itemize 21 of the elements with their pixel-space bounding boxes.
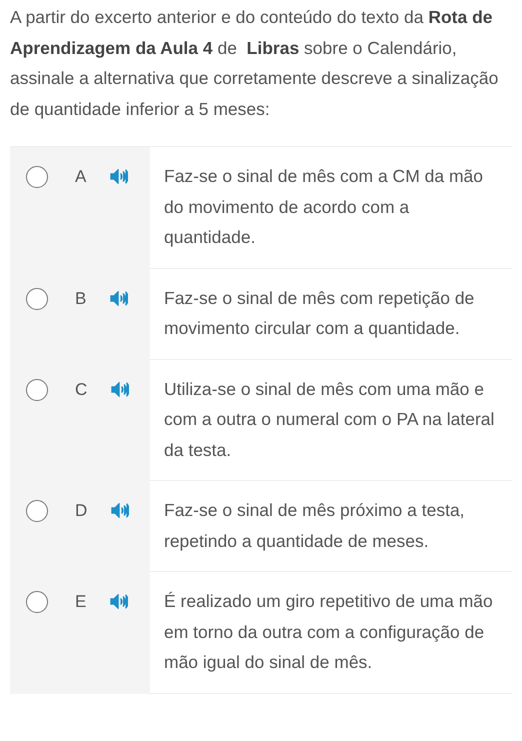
speaker-icon[interactable] <box>110 594 128 609</box>
speaker-icon[interactable] <box>111 382 130 396</box>
radio-button[interactable] <box>26 288 48 310</box>
radio-button[interactable] <box>26 500 48 522</box>
speaker-icon[interactable] <box>110 169 128 184</box>
option-letter: B <box>75 288 86 310</box>
option-letter: E <box>75 591 86 613</box>
option-letter: D <box>75 500 88 522</box>
option-text[interactable]: Faz-se o sinal de mês com a CM da mão do movimento de acordo com a quantidade. <box>150 147 512 268</box>
radio-button[interactable] <box>26 378 48 400</box>
option-text[interactable]: Faz-se o sinal de mês com repetição de movimento circular com a quantidade. <box>150 268 512 360</box>
question-text: A partir do excerto anterior e do conteúdo do texto da Rota de Aprendizagem da Aula 4 de Libras sobre o Calendário, assinale a alternativa que corretamente descreve a sinalização de quantidade inferior a 5 meses: <box>9 6 500 121</box>
option-text[interactable]: É realizado um giro repetitivo de uma mão em torno da outra com a configuração de mão igual do sinal de mês. <box>150 572 512 694</box>
option-text[interactable]: Utiliza-se o sinal de mês com uma mão e com a outra o numeral com o PA na lateral da testa. <box>150 360 512 481</box>
radio-button[interactable] <box>26 591 48 613</box>
option-letter: C <box>75 378 88 400</box>
radio-button[interactable] <box>26 166 48 188</box>
speaker-icon[interactable] <box>111 503 130 518</box>
option-letter: A <box>75 166 86 188</box>
speaker-icon[interactable] <box>110 290 128 306</box>
option-text[interactable]: Faz-se o sinal de mês próximo a testa, repetindo a quantidade de meses. <box>150 481 512 572</box>
